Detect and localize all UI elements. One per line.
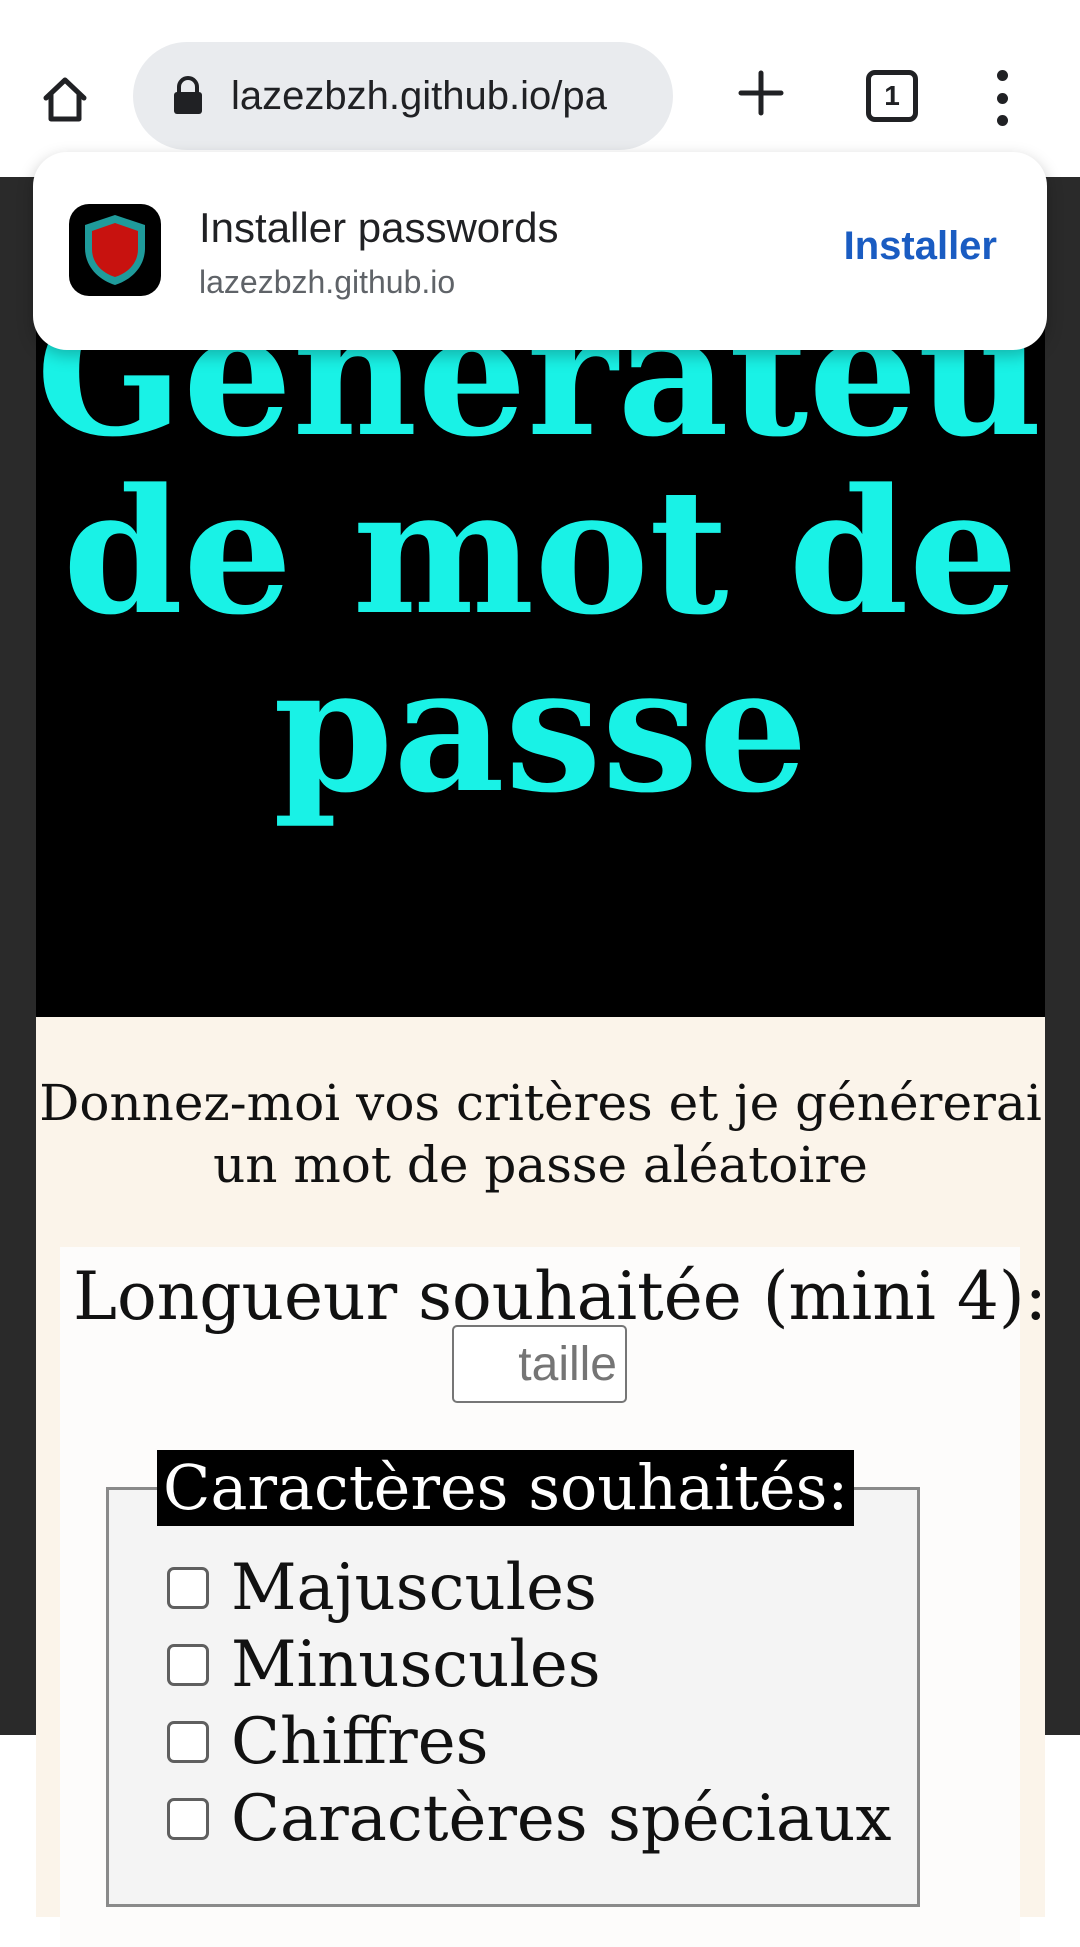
app-icon: [69, 204, 161, 296]
home-button[interactable]: [32, 66, 98, 132]
lock-icon: [174, 76, 202, 114]
tab-count: 1: [884, 80, 900, 111]
install-app-title: Installer passwords: [199, 204, 559, 251]
lowercase-checkbox[interactable]: [167, 1644, 209, 1686]
option-label: Minuscules: [231, 1628, 601, 1702]
uppercase-checkbox[interactable]: [167, 1567, 209, 1609]
url-text: lazezbzh.github.io/pa: [231, 73, 607, 118]
generator-form: Longueur souhaitée (mini 4): Caractères …: [60, 1247, 1047, 1947]
length-input[interactable]: [452, 1325, 627, 1403]
more-vert-icon[interactable]: [980, 70, 1024, 126]
browser-toolbar: lazezbzh.github.io/pa 1: [0, 0, 1080, 177]
option-special[interactable]: Caractères spéciaux: [167, 1781, 891, 1857]
option-label: Majuscules: [231, 1551, 597, 1625]
page-title-line: passe: [273, 628, 808, 831]
option-uppercase[interactable]: Majuscules: [167, 1550, 597, 1626]
tab-switcher-button[interactable]: 1: [866, 70, 918, 122]
option-digits[interactable]: Chiffres: [167, 1704, 488, 1780]
page-viewport: Générateur de mot de passe Donnez-moi vo…: [0, 177, 1080, 1947]
option-lowercase[interactable]: Minuscules: [167, 1627, 601, 1703]
characters-legend: Caractères souhaités:: [157, 1450, 855, 1526]
install-app-banner: Installer passwords lazezbzh.github.io I…: [33, 152, 1047, 350]
characters-fieldset: Caractères souhaités: Majuscules Minuscu…: [106, 1450, 920, 1907]
option-label: Caractères spéciaux: [231, 1782, 892, 1856]
special-checkbox[interactable]: [167, 1798, 209, 1840]
new-tab-button[interactable]: [730, 62, 792, 124]
address-bar[interactable]: lazezbzh.github.io/pa: [133, 42, 673, 150]
page-title: Générateur de mot de passe: [36, 317, 1045, 819]
intro-text: Donnez-moi vos critères et je générerai …: [39, 1074, 1042, 1194]
hero-banner: Générateur de mot de passe: [36, 317, 1045, 1017]
install-app-origin: lazezbzh.github.io: [199, 264, 456, 300]
page-title-line: de mot de: [62, 450, 1019, 653]
digits-checkbox[interactable]: [167, 1721, 209, 1763]
plus-icon: [738, 70, 784, 116]
content-area: Donnez-moi vos critères et je générerai …: [36, 1017, 1047, 1947]
shield-icon: [85, 215, 145, 285]
install-button[interactable]: Installer: [844, 224, 997, 269]
option-label: Chiffres: [231, 1705, 489, 1779]
home-icon: [43, 77, 87, 122]
